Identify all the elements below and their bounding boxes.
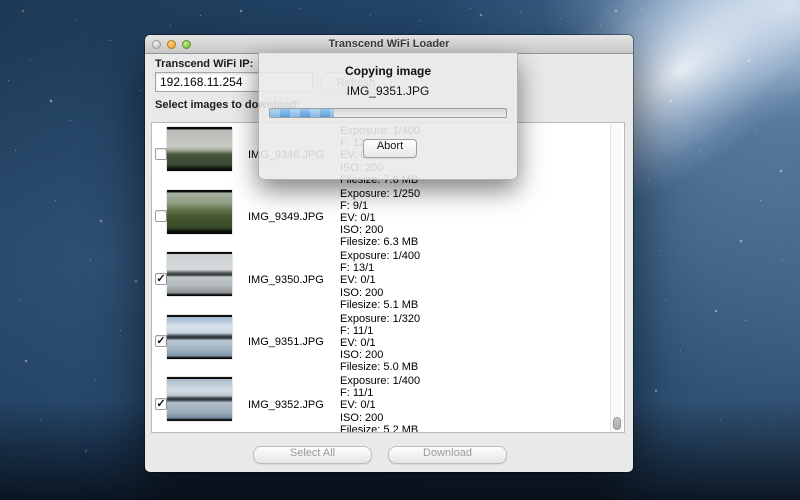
zoom-button[interactable]: [182, 40, 191, 49]
dialog-title: Copying image: [259, 64, 517, 78]
image-filename: IMG_9350.JPG: [248, 274, 324, 286]
image-row: ✓ IMG_9350.JPG Exposure: 1/400F: 13/1EV:…: [152, 249, 624, 311]
image-metadata: Exposure: 1/250F: 9/1EV: 0/1ISO: 200File…: [340, 188, 420, 249]
scrollbar[interactable]: [610, 124, 623, 433]
image-metadata: Exposure: 1/400F: 11/1EV: 0/1ISO: 200Fil…: [340, 375, 420, 433]
image-checkbox[interactable]: [155, 210, 167, 222]
close-button[interactable]: [152, 40, 161, 49]
image-filename: IMG_9351.JPG: [248, 336, 324, 348]
dialog-filename: IMG_9351.JPG: [259, 84, 517, 98]
minimize-button[interactable]: [167, 40, 176, 49]
image-row: ✓ IMG_9352.JPG Exposure: 1/400F: 11/1EV:…: [152, 374, 624, 433]
progress-bar-fill: [270, 109, 334, 117]
image-thumbnail: [167, 190, 232, 234]
wifi-ip-label: Transcend WiFi IP:: [155, 58, 253, 70]
app-window: Transcend WiFi Loader Transcend WiFi IP:…: [145, 35, 633, 472]
image-thumbnail: [167, 377, 232, 421]
traffic-lights: [152, 40, 191, 49]
image-thumbnail: [167, 252, 232, 296]
image-row: IMG_9349.JPG Exposure: 1/250F: 9/1EV: 0/…: [152, 187, 624, 249]
window-titlebar[interactable]: Transcend WiFi Loader: [145, 35, 633, 54]
progress-bar: [269, 108, 507, 118]
image-checkbox[interactable]: [155, 148, 167, 160]
select-all-button[interactable]: Select All: [253, 446, 372, 464]
image-metadata: Exposure: 1/400F: 13/1EV: 0/1ISO: 200Fil…: [340, 250, 420, 311]
abort-button[interactable]: Abort: [363, 139, 417, 158]
image-checkbox[interactable]: ✓: [155, 273, 167, 285]
window-title: Transcend WiFi Loader: [145, 35, 633, 54]
copy-progress-dialog: Copying image IMG_9351.JPG Abort: [258, 53, 518, 180]
image-metadata: Exposure: 1/320F: 11/1EV: 0/1ISO: 200Fil…: [340, 313, 420, 374]
image-thumbnail: [167, 127, 232, 171]
image-thumbnail: [167, 315, 232, 359]
star-field-bright: [0, 0, 2, 2]
image-checkbox[interactable]: ✓: [155, 335, 167, 347]
image-checkbox[interactable]: ✓: [155, 398, 167, 410]
image-filename: IMG_9349.JPG: [248, 211, 324, 223]
image-row: ✓ IMG_9351.JPG Exposure: 1/320F: 11/1EV:…: [152, 312, 624, 374]
scrollbar-thumb[interactable]: [613, 417, 621, 430]
download-button[interactable]: Download: [388, 446, 507, 464]
image-filename: IMG_9352.JPG: [248, 399, 324, 411]
